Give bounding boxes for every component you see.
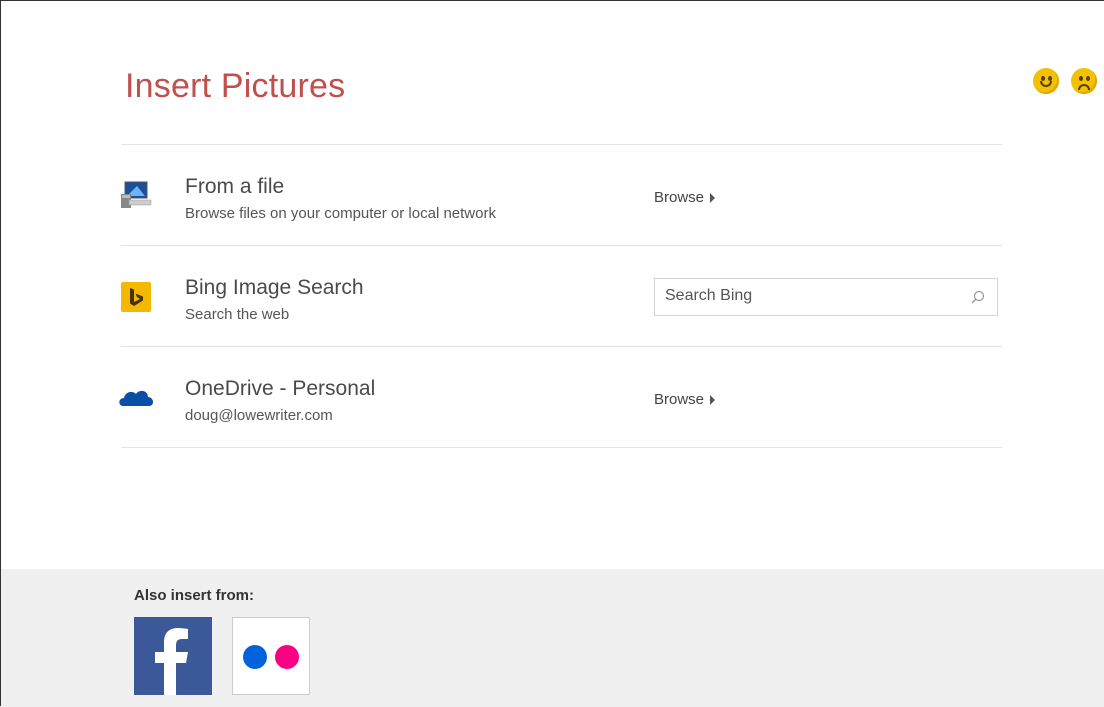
bing-logo-icon — [121, 282, 151, 312]
search-icon[interactable] — [971, 290, 985, 304]
source-label: Bing Image Search — [185, 276, 364, 299]
source-label: From a file — [185, 175, 285, 198]
dialog-title: Insert Pictures — [125, 67, 346, 105]
onedrive-cloud-icon — [117, 376, 157, 416]
source-description: doug@lowewriter.com — [185, 407, 333, 424]
chevron-right-icon — [710, 394, 716, 405]
bing-search-box — [654, 278, 998, 316]
browse-label: Browse — [654, 189, 705, 206]
smile-face-icon[interactable] — [1033, 68, 1059, 94]
browse-file-button[interactable]: Browse — [654, 189, 716, 206]
source-row-bing: Bing Image Search Search the web — [121, 246, 1002, 346]
computer-icon — [117, 174, 157, 214]
source-description: Browse files on your computer or local n… — [185, 205, 496, 222]
also-insert-footer: Also insert from: — [1, 569, 1104, 707]
insert-pictures-dialog: Insert Pictures From a file Browse files — [0, 0, 1104, 707]
chevron-right-icon — [710, 192, 716, 203]
facebook-logo-icon[interactable] — [134, 617, 212, 695]
source-row-file[interactable]: From a file Browse files on your compute… — [121, 145, 1002, 245]
also-insert-label: Also insert from: — [134, 587, 255, 604]
flickr-pink-dot — [275, 645, 299, 669]
search-bing-input[interactable] — [655, 279, 965, 313]
feedback-buttons — [1033, 68, 1097, 94]
source-row-onedrive[interactable]: OneDrive - Personal doug@lowewriter.com … — [119, 347, 1002, 447]
browse-label: Browse — [654, 391, 705, 408]
frown-face-icon[interactable] — [1071, 68, 1097, 94]
divider — [121, 447, 1002, 448]
source-description: Search the web — [185, 306, 290, 323]
picture-sources-list: From a file Browse files on your compute… — [119, 144, 1002, 448]
flickr-logo-icon[interactable] — [232, 617, 310, 695]
flickr-blue-dot — [243, 645, 267, 669]
source-label: OneDrive - Personal — [185, 377, 376, 400]
browse-onedrive-button[interactable]: Browse — [654, 391, 716, 408]
